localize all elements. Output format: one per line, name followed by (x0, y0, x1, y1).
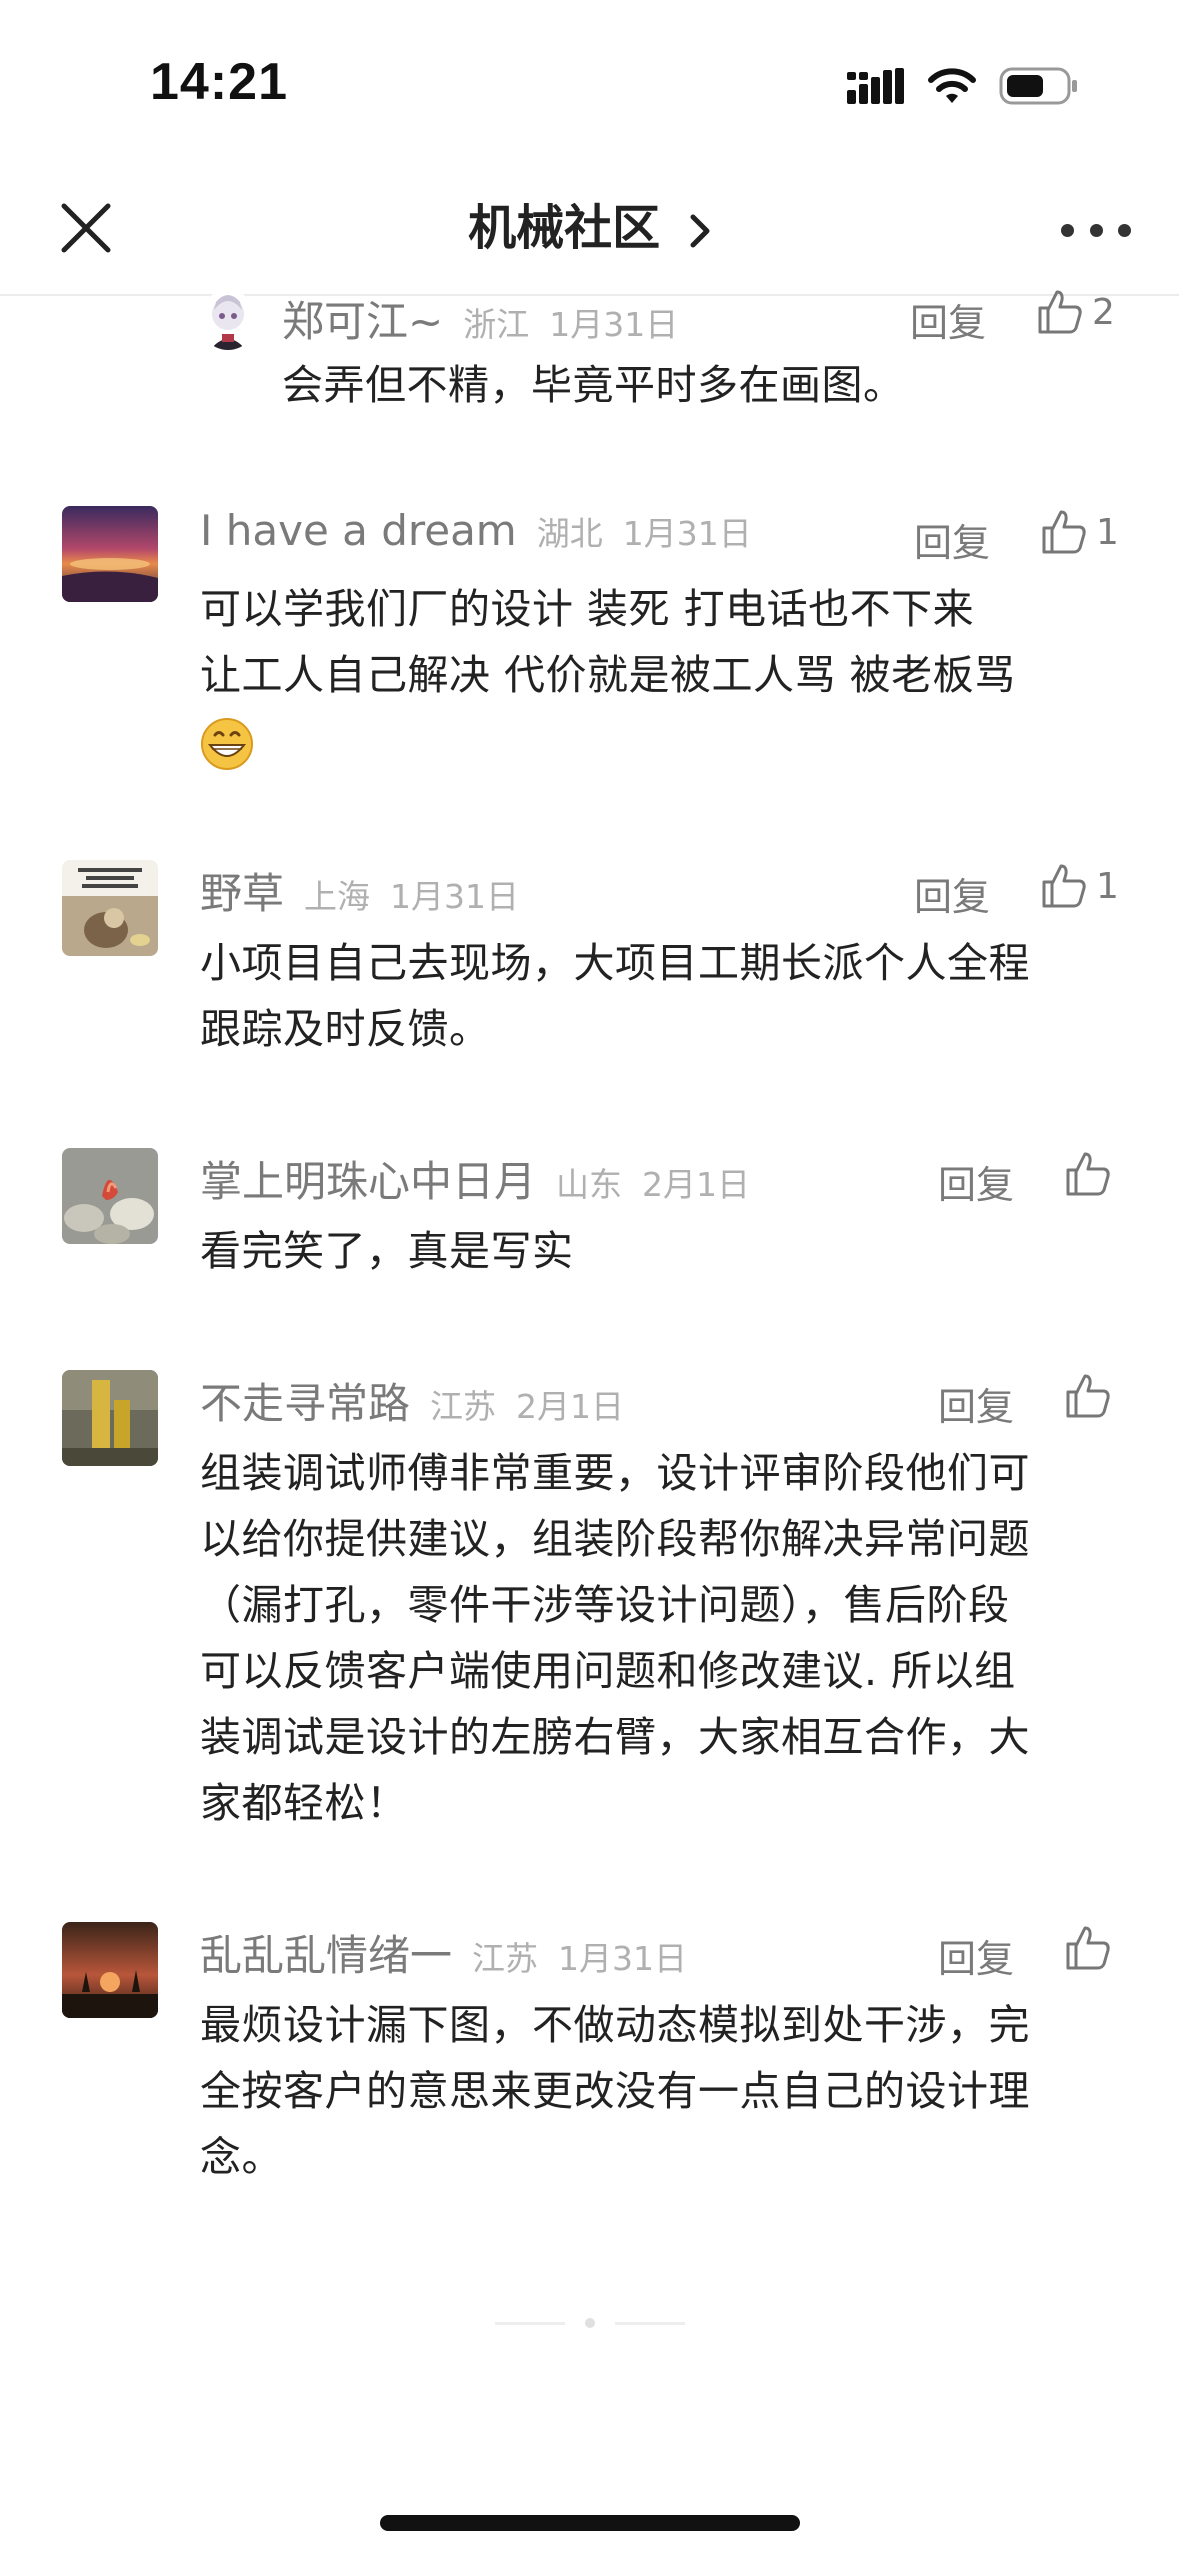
author-region: 上海 (304, 877, 371, 916)
like-button[interactable] (1064, 1924, 1120, 1972)
more-icon-dot (1118, 223, 1131, 237)
avatar[interactable] (62, 1370, 158, 1466)
reply-button[interactable]: 回复 (938, 1154, 1014, 1209)
more-icon (1061, 223, 1074, 237)
comment-text-line: （漏打孔，零件干涉等设计问题），售后阶段 (200, 1581, 1010, 1629)
comment-meta: I have a dream 湖北 1月31日 (200, 506, 752, 566)
thumbs-up-icon (1066, 1152, 1110, 1196)
end-of-list-indicator (0, 2318, 1179, 2328)
author-region: 山东 (556, 1165, 623, 1204)
comment-date: 2月1日 (516, 1387, 625, 1426)
like-button[interactable]: 1 (1040, 862, 1119, 910)
author-name[interactable]: 掌上明珠心中日月 (200, 1148, 536, 1209)
author-region: 江苏 (430, 1387, 497, 1426)
comment-date: 1月31日 (549, 305, 679, 344)
status-icons (847, 66, 1079, 106)
comment-text-line: 全按客户的意思来更改没有一点自己的设计理 (200, 2067, 1030, 2115)
comment-meta: 野草 上海 1月31日 (200, 860, 519, 920)
comment-text-line: 最烦设计漏下图，不做动态模拟到处干涉，完 (200, 2001, 1030, 2049)
comment-meta: 掌上明珠心中日月 山东 2月1日 (200, 1148, 750, 1208)
like-button[interactable]: 1 (1040, 508, 1119, 556)
author-name[interactable]: I have a dream (200, 506, 517, 555)
like-button[interactable] (1064, 1150, 1120, 1198)
comment-text-line: 念。 (200, 2133, 283, 2181)
reply-button[interactable]: 回复 (914, 866, 990, 921)
reply-button[interactable]: 回复 (910, 292, 986, 347)
divider (494, 2321, 565, 2325)
comment-text: 可以学我们厂的设计 装死 打电话也不下来 让工人自己解决 代价就是被工人骂 被老… (200, 576, 1120, 774)
like-button[interactable]: 2 (1036, 288, 1115, 336)
like-count: 1 (1096, 865, 1119, 907)
comment-text: 小项目自己去现场，大项目工期长派个人全程 跟踪及时反馈。 (200, 930, 1120, 1062)
chevron-right-icon (690, 214, 710, 248)
comment-meta: 郑可江~ 浙江 1月31日 (282, 288, 678, 348)
comment-date: 1月31日 (558, 1939, 688, 1978)
divider (614, 2321, 685, 2325)
more-icon-dot (1089, 223, 1103, 237)
comment-date: 2月1日 (642, 1165, 751, 1204)
comment-text: 会弄但不精，毕竟平时多在画图。 (282, 361, 905, 409)
author-name[interactable]: 郑可江~ (282, 288, 443, 349)
nav-bar: 机械社区 (0, 170, 1179, 296)
reply-button[interactable]: 回复 (938, 1376, 1014, 1431)
wifi-icon (928, 68, 976, 103)
thumbs-up-icon (1042, 510, 1086, 554)
reply-button[interactable]: 回复 (914, 512, 990, 567)
status-bar: 14:21 (0, 0, 1179, 170)
comment-text-line: 装调试是设计的左膀右臂，大家相互合作，大 (200, 1713, 1030, 1761)
comment-text-line: 可以学我们厂的设计 装死 打电话也不下来 (200, 585, 975, 633)
comment-date: 1月31日 (622, 514, 752, 553)
author-region: 湖北 (536, 514, 603, 553)
like-count: 1 (1096, 511, 1119, 553)
status-time: 14:21 (150, 53, 288, 111)
author-name[interactable]: 不走寻常路 (200, 1370, 410, 1431)
grinning-emoji-icon (201, 718, 253, 770)
comment-text: 组装调试师傅非常重要，设计评审阶段他们可 以给你提供建议，组装阶段帮你解决异常问… (200, 1440, 1120, 1836)
comment-meta: 乱乱乱情绪一 江苏 1月31日 (200, 1922, 687, 1982)
page-title-text: 机械社区 (468, 200, 661, 256)
avatar[interactable] (200, 290, 256, 350)
comment-text-line: 跟踪及时反馈。 (200, 1005, 491, 1053)
end-dot (584, 2318, 595, 2328)
comment-text-line: 让工人自己解决 代价就是被工人骂 被老板骂 (200, 651, 1016, 699)
like-count: 2 (1092, 291, 1115, 333)
comment-text-line: 可以反馈客户端使用问题和修改建议. 所以组 (200, 1647, 1016, 1695)
reply-button[interactable]: 回复 (938, 1928, 1014, 1983)
comment-date: 1月31日 (390, 877, 520, 916)
author-region: 江苏 (472, 1939, 539, 1978)
thumbs-up-icon (1042, 864, 1086, 908)
comment-text-line: 家都轻松！ (200, 1779, 408, 1827)
thumbs-up-icon (1066, 1374, 1110, 1418)
comment-text-line: 组装调试师傅非常重要，设计评审阶段他们可 (200, 1449, 1030, 1497)
comment-text-line: 小项目自己去现场，大项目工期长派个人全程 (200, 939, 1030, 987)
avatar[interactable] (62, 860, 158, 956)
more-button[interactable] (1061, 200, 1131, 260)
comment-text: 最烦设计漏下图，不做动态模拟到处干涉，完 全按客户的意思来更改没有一点自己的设计… (200, 1992, 1120, 2190)
avatar[interactable] (62, 1922, 158, 2018)
avatar[interactable] (62, 1148, 158, 1244)
page-title[interactable]: 机械社区 (0, 198, 1179, 258)
author-name[interactable]: 乱乱乱情绪一 (200, 1922, 452, 1983)
thumbs-up-icon (1038, 290, 1082, 334)
home-indicator[interactable] (380, 2515, 800, 2531)
author-name[interactable]: 野草 (200, 860, 284, 921)
cellular-signal-icon (847, 68, 904, 104)
thumbs-up-icon (1066, 1926, 1110, 1970)
battery-icon (999, 67, 1077, 105)
comment-text-line: 以给你提供建议，组装阶段帮你解决异常问题 (200, 1515, 1030, 1563)
avatar[interactable] (62, 506, 158, 602)
author-region: 浙江 (463, 305, 530, 344)
comment-text: 看完笑了，真是写实 (200, 1227, 574, 1275)
comment-meta: 不走寻常路 江苏 2月1日 (200, 1370, 624, 1430)
like-button[interactable] (1064, 1372, 1120, 1420)
